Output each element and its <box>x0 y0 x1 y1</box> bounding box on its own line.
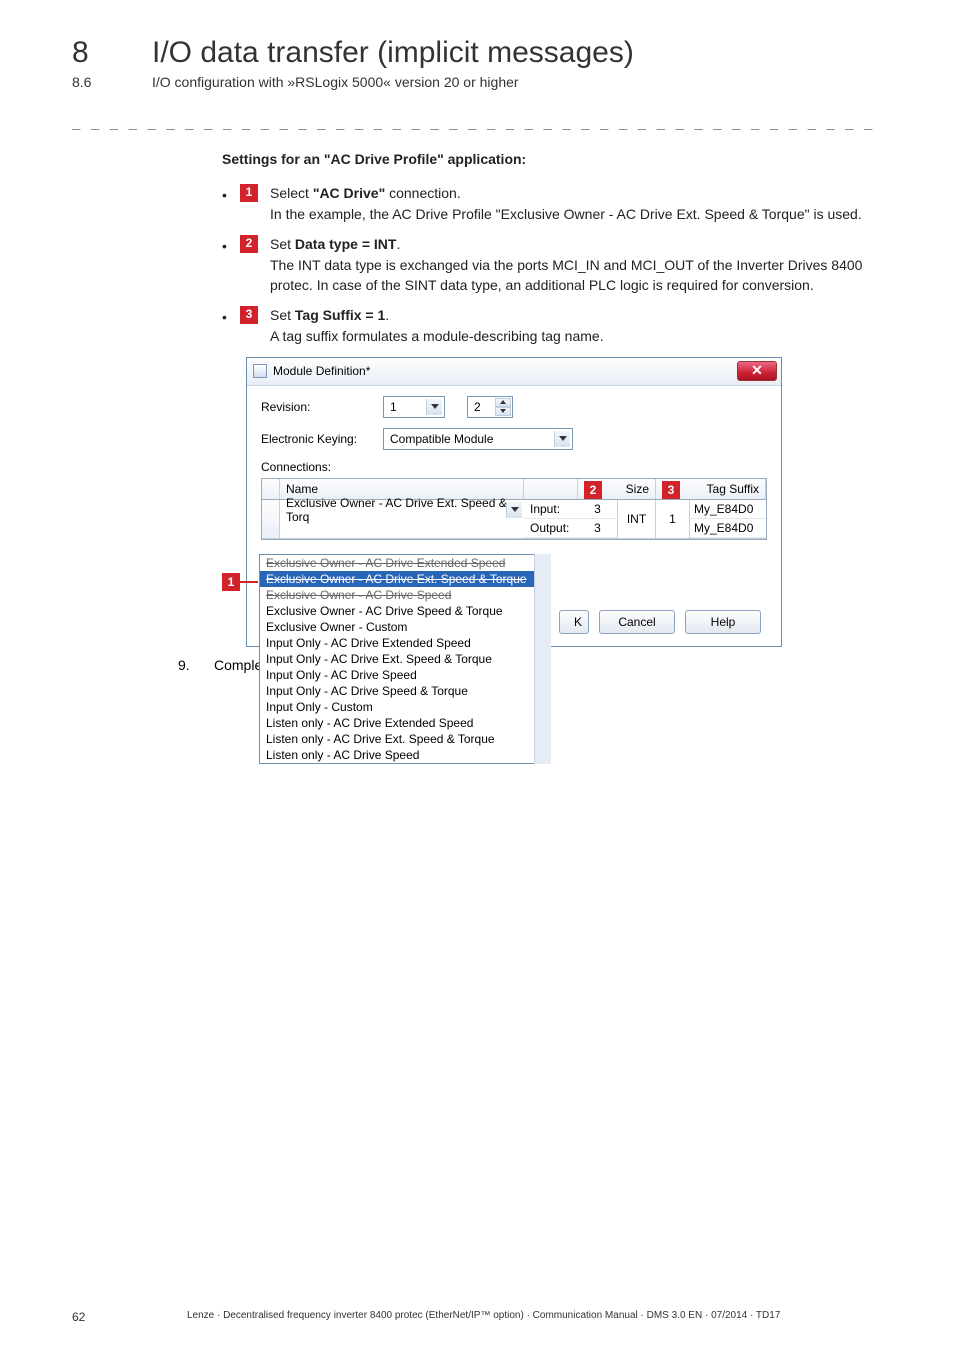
section-title: I/O configuration with »RSLogix 5000« ve… <box>152 74 519 90</box>
bullet-2-desc: The INT data type is exchanged via the p… <box>270 256 882 295</box>
bullet-1-bold: "AC Drive" <box>313 185 385 201</box>
divider-dashline: _ _ _ _ _ _ _ _ _ _ _ _ _ _ _ _ _ _ _ _ … <box>72 114 882 130</box>
row-selector[interactable] <box>262 500 280 538</box>
dd-item[interactable]: Exclusive Owner - AC Drive Extended Spee… <box>260 555 550 571</box>
bullet-3-desc: A tag suffix formulates a module-describ… <box>270 327 882 347</box>
bullet-2: • 2 Set Data type = INT. The INT data ty… <box>222 235 882 296</box>
bullet-3-post: . <box>385 307 389 323</box>
bullet-2-post: . <box>396 236 400 252</box>
connection-dropdown[interactable]: Exclusive Owner - AC Drive Extended Spee… <box>259 554 551 764</box>
bullet-1-desc: In the example, the AC Drive Profile "Ex… <box>270 205 882 225</box>
dd-item[interactable]: Input Only - AC Drive Extended Speed <box>260 635 550 651</box>
revision-minor-value: 2 <box>474 400 481 414</box>
col-size: 2 Size Size <box>578 479 656 499</box>
bullet-3-pre: Set <box>270 307 295 323</box>
size-output-value: 3 <box>578 519 618 538</box>
badge-2: 2 <box>240 235 258 253</box>
step-9-number: 9. <box>178 657 198 673</box>
callout-badge-2: 2 <box>584 481 602 499</box>
col-tag-suffix: 3 Tag Suffix <box>656 479 766 499</box>
bullet-1: • 1 Select "AC Drive" connection. In the… <box>222 184 882 225</box>
page-number: 62 <box>72 1310 85 1324</box>
dropdown-scrollbar[interactable] <box>534 554 551 764</box>
chapter-title: I/O data transfer (implicit messages) <box>152 36 634 70</box>
bullet-3: • 3 Set Tag Suffix = 1. A tag suffix for… <box>222 306 882 347</box>
footer-text: Lenze · Decentralised frequency inverter… <box>85 1310 882 1324</box>
keying-value: Compatible Module <box>390 432 493 446</box>
callout-badge-1: 1 <box>222 573 240 591</box>
cancel-button[interactable]: Cancel <box>599 610 675 634</box>
spinner-down-icon[interactable] <box>495 407 511 416</box>
help-button[interactable]: Help <box>685 610 761 634</box>
badge-3: 3 <box>240 306 258 324</box>
dd-item[interactable]: Input Only - AC Drive Ext. Speed & Torqu… <box>260 651 550 667</box>
dd-item[interactable]: Input Only - AC Drive Speed <box>260 667 550 683</box>
section-number: 8.6 <box>72 74 108 90</box>
ok-button[interactable]: K <box>559 610 589 634</box>
dd-item[interactable]: Exclusive Owner - AC Drive Speed <box>260 587 550 603</box>
callout-badge-3: 3 <box>662 481 680 499</box>
page-footer: 62 Lenze · Decentralised frequency inver… <box>72 1310 882 1324</box>
close-button[interactable]: ✕ <box>737 361 777 381</box>
connections-label: Connections: <box>261 460 767 474</box>
callout-line-1 <box>240 581 258 583</box>
dd-item-selected[interactable]: Exclusive Owner - AC Drive Ext. Speed & … <box>260 571 550 587</box>
bullet-2-pre: Set <box>270 236 295 252</box>
bullet-2-bold: Data type = INT <box>295 236 397 252</box>
chevron-down-icon[interactable] <box>426 399 442 415</box>
revision-minor-spinner[interactable]: 2 <box>467 396 513 418</box>
spinner-up-icon[interactable] <box>495 398 511 407</box>
tag-column: My_E84D0 My_E84D0 <box>690 500 766 538</box>
bullet-1-pre: Select <box>270 185 313 201</box>
titlebar[interactable]: Module Definition* ✕ <box>247 358 781 386</box>
window-title: Module Definition* <box>273 364 370 378</box>
badge-1: 1 <box>240 184 258 202</box>
dd-item[interactable]: Listen only - AC Drive Extended Speed <box>260 715 550 731</box>
dd-item[interactable]: Input Only - AC Drive Speed & Torque <box>260 683 550 699</box>
settings-heading: Settings for an "AC Drive Profile" appli… <box>222 150 882 170</box>
bullet-1-post: connection. <box>385 185 461 201</box>
type-cell[interactable]: INT <box>618 500 656 538</box>
dd-item[interactable]: Exclusive Owner - AC Drive Speed & Torqu… <box>260 603 550 619</box>
connection-name-value: Exclusive Owner - AC Drive Ext. Speed & … <box>286 496 518 524</box>
connection-name-combo[interactable]: Exclusive Owner - AC Drive Ext. Speed & … <box>280 500 524 520</box>
grid-row: Exclusive Owner - AC Drive Ext. Speed & … <box>262 500 766 539</box>
bullet-3-bold: Tag Suffix = 1 <box>295 307 385 323</box>
chevron-down-icon[interactable] <box>506 502 522 518</box>
keying-combo[interactable]: Compatible Module <box>383 428 573 450</box>
io-input-label: Input: <box>524 500 578 519</box>
tag-suffix-cell[interactable]: 1 <box>656 500 690 538</box>
revision-major-combo[interactable]: 1 <box>383 396 445 418</box>
size-input-value: 3 <box>578 500 618 519</box>
dd-item[interactable]: Listen only - AC Drive Speed <box>260 747 550 763</box>
revision-major-value: 1 <box>390 400 397 414</box>
io-column: Input: Output: <box>524 500 578 538</box>
dd-item[interactable]: Input Only - Custom <box>260 699 550 715</box>
chevron-down-icon[interactable] <box>554 431 570 447</box>
tag-output-value: My_E84D0 <box>690 519 766 538</box>
connections-grid: Name 2 Size Size 3 Tag Suffix <box>261 478 767 540</box>
dd-item[interactable]: Listen only - AC Drive Ext. Speed & Torq… <box>260 731 550 747</box>
keying-label: Electronic Keying: <box>261 432 369 446</box>
module-definition-window: Module Definition* ✕ Revision: 1 2 El <box>246 357 782 647</box>
io-output-label: Output: <box>524 519 578 538</box>
module-definition-screenshot: 1 Module Definition* ✕ Revision: 1 2 <box>222 357 782 647</box>
revision-label: Revision: <box>261 400 369 414</box>
size-column: 3 3 <box>578 500 618 538</box>
dd-item[interactable]: Exclusive Owner - Custom <box>260 619 550 635</box>
window-icon <box>253 364 267 378</box>
tag-input-value: My_E84D0 <box>690 500 766 519</box>
chapter-number: 8 <box>72 36 108 70</box>
